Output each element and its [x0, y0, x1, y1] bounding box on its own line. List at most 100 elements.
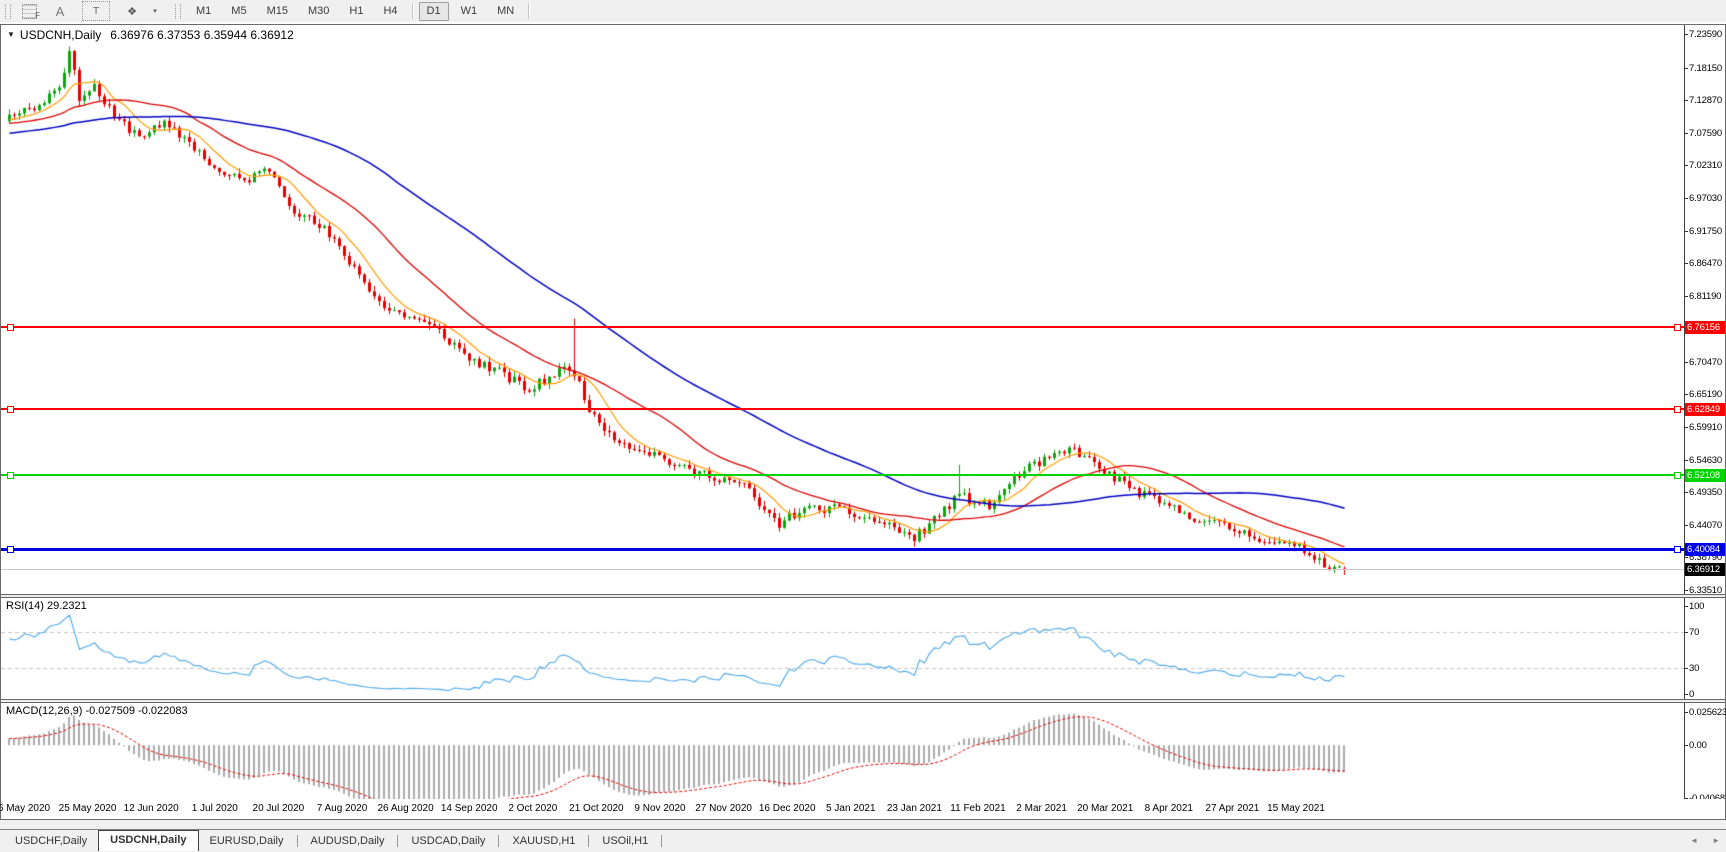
- rsi-tick-label: 100: [1689, 601, 1705, 612]
- objects-caret-icon[interactable]: ▾: [145, 2, 165, 20]
- level-price-tag: 6.62849: [1685, 402, 1725, 416]
- price-tick-dash: [1684, 67, 1688, 69]
- chart-tab-usdcad-daily[interactable]: USDCAD,Daily: [400, 832, 496, 850]
- timeframe-button-mn[interactable]: MN: [489, 2, 522, 21]
- line-handle-left[interactable]: [7, 546, 14, 554]
- rsi-pane[interactable]: RSI(14) 29.2321 100 70 30 0: [1, 598, 1725, 700]
- timeframe-button-h4[interactable]: H4: [375, 2, 405, 21]
- toolbar-separator: [528, 3, 530, 19]
- chart-tab-usdcnh-daily[interactable]: USDCNH,Daily: [98, 829, 199, 851]
- rsi-tick-label: 30: [1689, 662, 1700, 674]
- macd-tick-dash: [1684, 745, 1688, 747]
- rsi-label: RSI(14) 29.2321: [6, 600, 87, 612]
- current-price-line: [1, 569, 1684, 570]
- rsi-tick-label: 70: [1689, 627, 1700, 639]
- toolbar-grip[interactable]: [175, 3, 181, 19]
- horizontal-level-line[interactable]: [1, 325, 1684, 328]
- crosshair-f-icon[interactable]: F: [20, 3, 40, 20]
- line-handle-left[interactable]: [7, 472, 14, 480]
- chart-tab-eurusd-daily[interactable]: EURUSD,Daily: [199, 832, 295, 850]
- level-price-tag: 6.52108: [1685, 469, 1725, 483]
- price-tick-label: 6.59910: [1689, 422, 1722, 434]
- tab-separator: [296, 835, 298, 847]
- objects-icon[interactable]: ❖: [122, 2, 142, 20]
- macd-tick-label: 0.00: [1689, 740, 1707, 752]
- date-label: 15 May 2021: [1267, 803, 1325, 814]
- line-handle-right[interactable]: [1674, 546, 1681, 554]
- price-tick-label: 6.70470: [1689, 356, 1722, 368]
- line-handle-right[interactable]: [1674, 472, 1681, 480]
- price-tick-dash: [1684, 459, 1688, 461]
- timeframe-button-d1[interactable]: D1: [418, 1, 449, 21]
- price-tick-label: 6.97030: [1689, 192, 1722, 204]
- candlestick-canvas[interactable]: [1, 25, 1684, 594]
- price-tick-dash: [1684, 557, 1688, 559]
- price-tick-label: 6.91750: [1689, 225, 1722, 237]
- current-price-tag: 6.36912: [1685, 563, 1725, 576]
- rsi-canvas: [1, 598, 1684, 699]
- price-tick-dash: [1684, 230, 1688, 232]
- price-tick-dash: [1684, 427, 1688, 429]
- text-label-icon[interactable]: A: [50, 2, 70, 20]
- line-handle-right[interactable]: [1674, 323, 1681, 331]
- timeframe-button-h1[interactable]: H1: [341, 2, 371, 21]
- price-tick-label: 7.23590: [1689, 29, 1722, 40]
- price-tick-dash: [1684, 524, 1688, 526]
- toolbar-grip[interactable]: [5, 3, 11, 19]
- horizontal-level-line[interactable]: [1, 547, 1684, 551]
- price-axis-line: [1684, 25, 1685, 594]
- rsi-tick-dash: [1684, 606, 1688, 607]
- toolbar-separator: [411, 3, 413, 19]
- timeframe-button-m5[interactable]: M5: [223, 2, 254, 21]
- price-tick-label: 7.07590: [1689, 127, 1722, 139]
- line-handle-left[interactable]: [7, 323, 14, 331]
- tab-separator: [498, 835, 500, 847]
- chart-symbol: USDCNH,Daily: [19, 28, 102, 42]
- price-tick-dash: [1684, 100, 1688, 102]
- chart-tab-usdchf-daily[interactable]: USDCHF,Daily: [4, 832, 98, 850]
- horizontal-level-line[interactable]: [1, 474, 1684, 477]
- chart-tab-xauusd-h1[interactable]: XAUUSD,H1: [501, 832, 586, 850]
- price-tick-dash: [1684, 263, 1688, 265]
- main-chart-pane[interactable]: ▼ USDCNH,Daily 6.36976 6.37353 6.35944 6.3…: [1, 25, 1725, 596]
- price-tick-dash: [1684, 165, 1688, 167]
- chart-tab-bar: USDCHF,Daily USDCNH,Daily EURUSD,Daily AUDU…: [0, 829, 1726, 852]
- date-axis: 6 May 2020 25 May 2020 12 Jun 2020 1 Jul 20…: [0, 799, 1725, 819]
- timeframe-button-m1[interactable]: M1: [188, 2, 219, 21]
- price-tick-dash: [1684, 361, 1688, 363]
- tab-scroll-left-icon[interactable]: ◄: [1690, 836, 1698, 845]
- horizontal-level-line[interactable]: [1, 407, 1684, 410]
- price-tick-label: 6.54630: [1689, 454, 1722, 466]
- chart-window: ▼ USDCNH,Daily 6.36976 6.37353 6.35944 6.3…: [0, 24, 1726, 820]
- timeframe-button-w1[interactable]: W1: [453, 2, 486, 21]
- timeframe-button-m30[interactable]: M30: [300, 2, 337, 21]
- rsi-tick-dash: [1684, 667, 1688, 669]
- macd-canvas: [1, 703, 1684, 799]
- chart-tab-audusd-daily[interactable]: AUDUSD,Daily: [300, 832, 396, 850]
- tab-separator: [588, 835, 590, 847]
- collapse-arrow-icon[interactable]: ▼: [7, 30, 15, 39]
- level-price-tag: 6.76156: [1685, 320, 1725, 334]
- level-price-tag: 6.40084: [1685, 543, 1725, 557]
- price-tick-label: 6.49350: [1689, 487, 1722, 499]
- price-tick-label: 6.44070: [1689, 519, 1722, 531]
- macd-pane[interactable]: MACD(12,26,9) -0.027509 -0.022083 0.0256…: [1, 703, 1726, 804]
- line-handle-right[interactable]: [1674, 405, 1681, 413]
- text-box-icon[interactable]: T: [82, 1, 110, 21]
- price-tick-dash: [1684, 394, 1688, 396]
- line-handle-left[interactable]: [7, 405, 14, 413]
- price-tick-dash: [1684, 590, 1688, 591]
- timeframe-button-m15[interactable]: M15: [259, 2, 296, 21]
- chart-title: ▼ USDCNH,Daily 6.36976 6.37353 6.35944 6.3…: [7, 28, 294, 42]
- f-letter: F: [35, 11, 40, 20]
- rsi-axis-line: [1684, 598, 1685, 699]
- macd-tick-dash: [1684, 712, 1688, 713]
- tab-separator: [397, 835, 399, 847]
- price-tick-label: 6.86470: [1689, 258, 1722, 270]
- price-tick-label: 6.81190: [1689, 290, 1722, 302]
- tab-scroll-right-icon[interactable]: ►: [1712, 836, 1720, 845]
- price-tick-label: 7.18150: [1689, 62, 1722, 74]
- top-toolbar: F A T ❖ ▾ M1 M5 M15 M30 H1 H4 D1 W1 MN: [0, 0, 1726, 24]
- chart-tab-usoil-h1[interactable]: USOil,H1: [591, 832, 659, 850]
- price-tick-label: 6.65190: [1689, 389, 1722, 401]
